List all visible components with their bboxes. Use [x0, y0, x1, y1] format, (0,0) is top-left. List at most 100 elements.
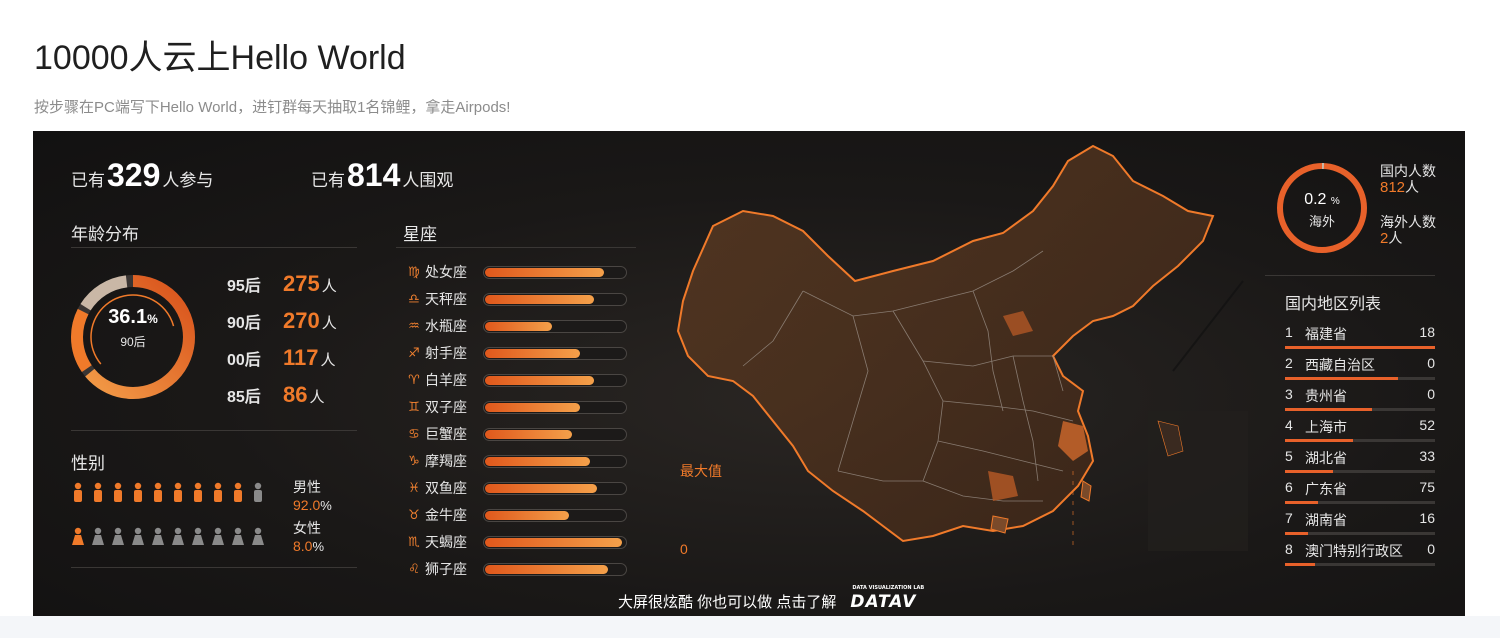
- zodiac-bar-fill: [485, 321, 552, 331]
- age-row-label: 00后: [227, 352, 261, 369]
- male-person-icon: [231, 482, 245, 509]
- female-person-icon: [191, 527, 205, 554]
- zodiac-symbol-icon: ♍: [408, 264, 420, 279]
- participants-suffix: 人参与: [162, 171, 214, 190]
- zodiac-name: 巨蟹座: [425, 426, 467, 442]
- footer-text[interactable]: 大屏很炫酷 你也可以做 点击了解: [618, 591, 836, 612]
- region-bar-fill: [1285, 470, 1333, 473]
- zodiac-symbol-icon: ♒: [408, 318, 420, 333]
- region-row[interactable]: 1 福建省 18: [1285, 324, 1435, 355]
- zodiac-name: 双鱼座: [425, 480, 467, 496]
- datav-logo[interactable]: DATA VISUALIZATION LAB DATAV: [850, 585, 924, 612]
- china-map[interactable]: [593, 141, 1313, 581]
- zodiac-bar-fill: [485, 483, 597, 493]
- regions-divider: [1265, 275, 1435, 276]
- age-center-label: 90后: [120, 335, 146, 349]
- zodiac-symbol-icon: ♎: [408, 291, 420, 306]
- region-name: 广东省: [1305, 481, 1347, 497]
- zodiac-symbol-icon: ♈: [408, 372, 420, 387]
- region-bar-fill: [1285, 563, 1315, 566]
- female-pct-unit: %: [312, 539, 325, 554]
- participants-count: 329: [107, 157, 161, 193]
- domestic-count-value: 812: [1380, 179, 1406, 196]
- age-row-unit: 人: [321, 315, 337, 332]
- region-index: 6: [1285, 479, 1293, 495]
- zodiac-symbol-icon: ♐: [408, 345, 420, 360]
- male-pct-unit: %: [320, 498, 332, 513]
- female-person-icon: [151, 527, 165, 554]
- taiwan-island: [1080, 480, 1092, 502]
- page-subtitle: 按步骤在PC端写下Hello World，进钉群每天抽取1名锦鲤，拿走Airpo…: [34, 99, 511, 116]
- overseas-pct: 0.2: [1304, 191, 1327, 208]
- region-index: 7: [1285, 510, 1293, 526]
- male-person-icon: [151, 482, 165, 509]
- female-person-icon: [211, 527, 225, 554]
- zodiac-name: 天秤座: [425, 291, 467, 307]
- viewers-suffix: 人围观: [402, 171, 454, 190]
- overseas-label: 海外: [1308, 214, 1335, 229]
- zodiac-symbol-icon: ♊: [408, 399, 420, 414]
- footer-link[interactable]: 大屏很炫酷 你也可以做 点击了解 DATA VISUALIZATION LAB D…: [618, 585, 924, 612]
- region-row[interactable]: 4 上海市 52: [1285, 417, 1435, 448]
- male-person-icon: [171, 482, 185, 509]
- gender-divider-bottom: [71, 567, 357, 568]
- age-row-unit: 人: [320, 352, 336, 369]
- region-bar-fill: [1285, 377, 1398, 380]
- region-row[interactable]: 6 广东省 75: [1285, 479, 1435, 510]
- female-person-icon: [91, 527, 105, 554]
- male-person-icon: [111, 482, 125, 509]
- zodiac-bar-fill: [485, 429, 572, 439]
- china-outline: [676, 144, 1215, 543]
- age-row: 90后 270 人: [227, 308, 367, 338]
- participants-prefix: 已有: [71, 171, 105, 190]
- female-person-icon: [231, 527, 245, 554]
- region-row[interactable]: 5 湖北省 33: [1285, 448, 1435, 479]
- region-row[interactable]: 7 湖南省 16: [1285, 510, 1435, 541]
- page-bottom-strip: [0, 616, 1500, 638]
- female-person-icon: [251, 527, 265, 554]
- age-row-label: 90后: [227, 315, 261, 332]
- region-bar-fill: [1285, 408, 1372, 411]
- zodiac-bar-fill: [485, 456, 590, 466]
- region-row[interactable]: 8 澳门特别行政区 0: [1285, 541, 1435, 572]
- region-bar-fill: [1285, 346, 1435, 349]
- overseas-ring-center: 0.2 % 海外: [1287, 191, 1357, 230]
- zodiac-bar-fill: [485, 564, 608, 574]
- male-pct: 92.0%: [293, 497, 332, 513]
- zodiac-bar-fill: [485, 402, 580, 412]
- logo-small-text: DATA VISUALIZATION LAB: [852, 584, 925, 591]
- participants-stat: 已有329 人参与: [71, 157, 213, 194]
- zodiac-name: 白羊座: [425, 372, 467, 388]
- zodiac-bar-fill: [485, 510, 569, 520]
- female-person-icon: [131, 527, 145, 554]
- region-index: 2: [1285, 355, 1293, 371]
- region-row[interactable]: 3 贵州省 0: [1285, 386, 1435, 417]
- region-value: 0: [1427, 386, 1435, 402]
- region-value: 18: [1419, 324, 1435, 340]
- region-value: 33: [1419, 448, 1435, 464]
- age-row-value: 270: [283, 308, 320, 333]
- region-bar-fill: [1285, 501, 1318, 504]
- zodiac-bar-fill: [485, 375, 594, 385]
- female-person-icon: [111, 527, 125, 554]
- region-row[interactable]: 2 西藏自治区 0: [1285, 355, 1435, 386]
- male-person-icon: [211, 482, 225, 509]
- female-pct-value: 8.0: [293, 538, 313, 554]
- age-center-pct: 36.1: [108, 306, 148, 328]
- female-person-icon: [171, 527, 185, 554]
- viewers-count: 814: [347, 157, 401, 193]
- zodiac-name: 天蝎座: [425, 534, 467, 550]
- zodiac-symbol-icon: ♋: [408, 426, 420, 441]
- male-pct-value: 92.0: [293, 497, 321, 513]
- region-name: 西藏自治区: [1305, 357, 1375, 373]
- region-value: 0: [1427, 541, 1435, 557]
- age-row-unit: 人: [321, 278, 337, 295]
- region-index: 3: [1285, 386, 1293, 402]
- male-label: 男性: [293, 479, 321, 495]
- region-index: 8: [1285, 541, 1293, 557]
- zodiac-symbol-icon: ♓: [408, 480, 420, 495]
- gender-divider-top: [71, 430, 357, 431]
- zodiac-name: 处女座: [425, 264, 467, 280]
- zodiac-name: 狮子座: [425, 561, 467, 577]
- dashboard-panel[interactable]: 已有329 人参与 已有814 人围观 年龄分布 36.1% 90后 95后 275 人…: [33, 131, 1465, 616]
